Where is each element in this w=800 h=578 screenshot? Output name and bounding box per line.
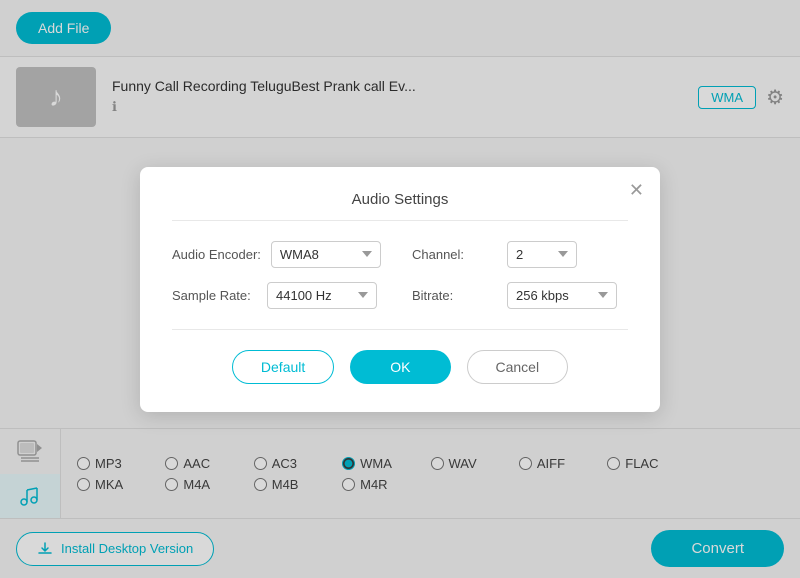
ok-button[interactable]: OK [350, 350, 450, 384]
modal-overlay: ✕ Audio Settings Audio Encoder: WMA8 WMA… [0, 0, 800, 578]
modal-close-button[interactable]: ✕ [629, 181, 644, 199]
audio-encoder-select[interactable]: WMA8 WMA WMA Pro [271, 241, 381, 268]
modal-title: Audio Settings [172, 191, 628, 221]
bitrate-select[interactable]: 64 kbps 128 kbps 192 kbps 256 kbps 320 k… [507, 282, 617, 309]
sample-rate-row: Sample Rate: 8000 Hz 11025 Hz 22050 Hz 4… [172, 282, 388, 309]
channel-select[interactable]: 1 2 [507, 241, 577, 268]
modal-actions: Default OK Cancel [172, 350, 628, 384]
audio-encoder-label: Audio Encoder: [172, 247, 261, 262]
sample-rate-label: Sample Rate: [172, 288, 257, 303]
bitrate-row: Bitrate: 64 kbps 128 kbps 192 kbps 256 k… [412, 282, 628, 309]
default-button[interactable]: Default [232, 350, 334, 384]
audio-encoder-row: Audio Encoder: WMA8 WMA WMA Pro [172, 241, 388, 268]
modal-divider [172, 329, 628, 330]
cancel-button[interactable]: Cancel [467, 350, 569, 384]
sample-rate-select[interactable]: 8000 Hz 11025 Hz 22050 Hz 44100 Hz 48000… [267, 282, 377, 309]
settings-form: Audio Encoder: WMA8 WMA WMA Pro Channel:… [172, 241, 628, 309]
channel-label: Channel: [412, 247, 497, 262]
channel-row: Channel: 1 2 [412, 241, 628, 268]
bitrate-label: Bitrate: [412, 288, 497, 303]
audio-settings-modal: ✕ Audio Settings Audio Encoder: WMA8 WMA… [140, 167, 660, 412]
